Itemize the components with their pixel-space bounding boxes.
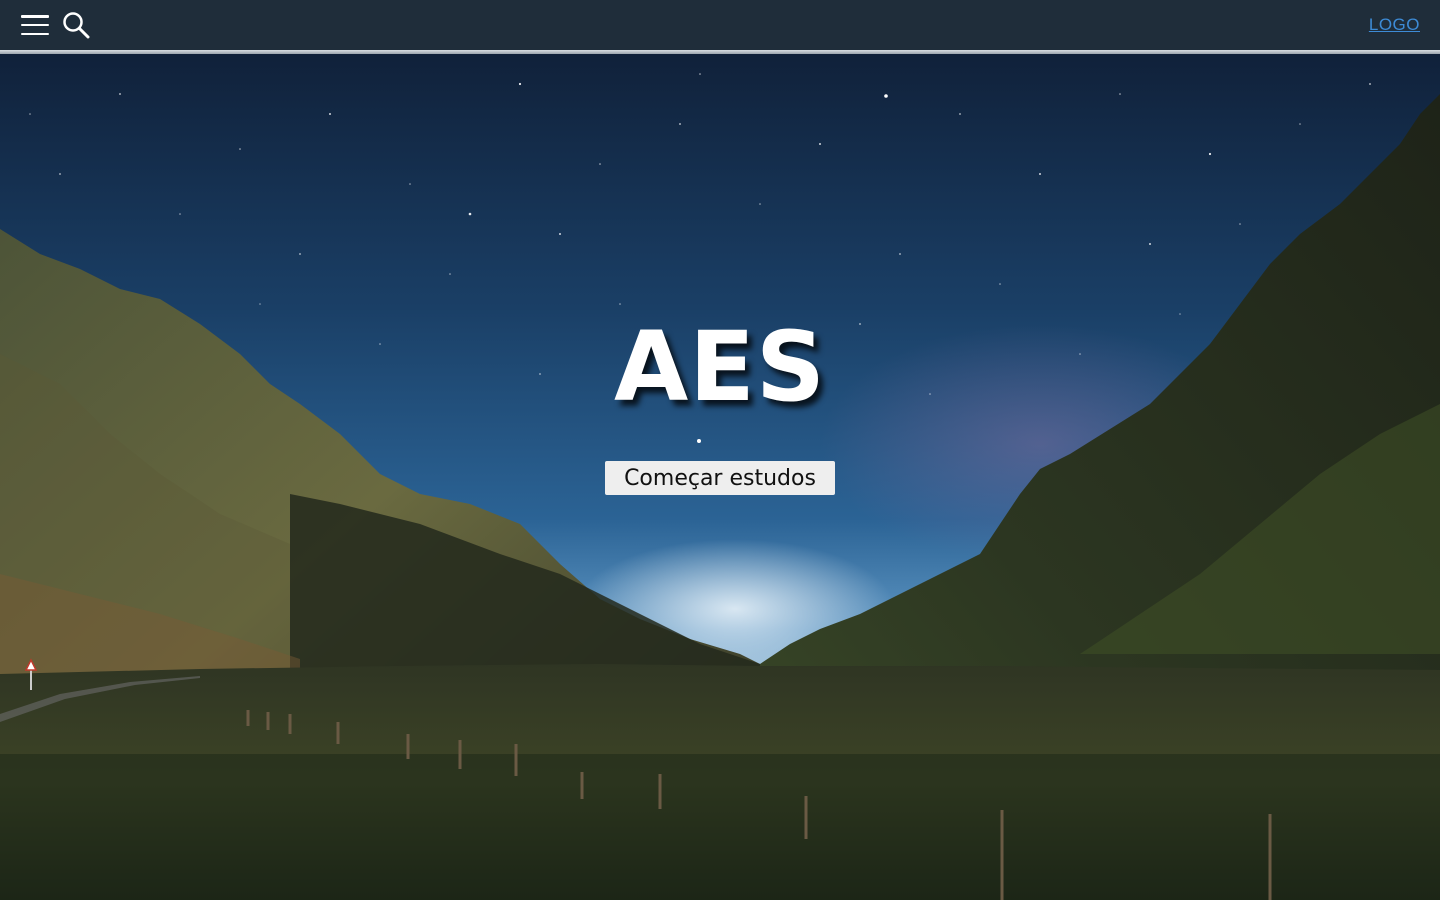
top-navbar: LOGO (0, 0, 1440, 50)
navbar-divider (0, 50, 1440, 54)
logo-link[interactable]: LOGO (1369, 15, 1420, 35)
search-icon (63, 12, 90, 39)
hero-title: AES (613, 311, 826, 423)
search-button[interactable] (61, 10, 91, 40)
hamburger-menu-button[interactable] (20, 12, 50, 38)
hamburger-menu-icon-line (21, 15, 49, 18)
start-studies-button[interactable]: Começar estudos (605, 461, 835, 495)
hamburger-menu-icon-line (21, 23, 49, 27)
hamburger-menu-icon-line (21, 32, 49, 35)
hero-section: AES Começar estudos (0, 54, 1440, 900)
